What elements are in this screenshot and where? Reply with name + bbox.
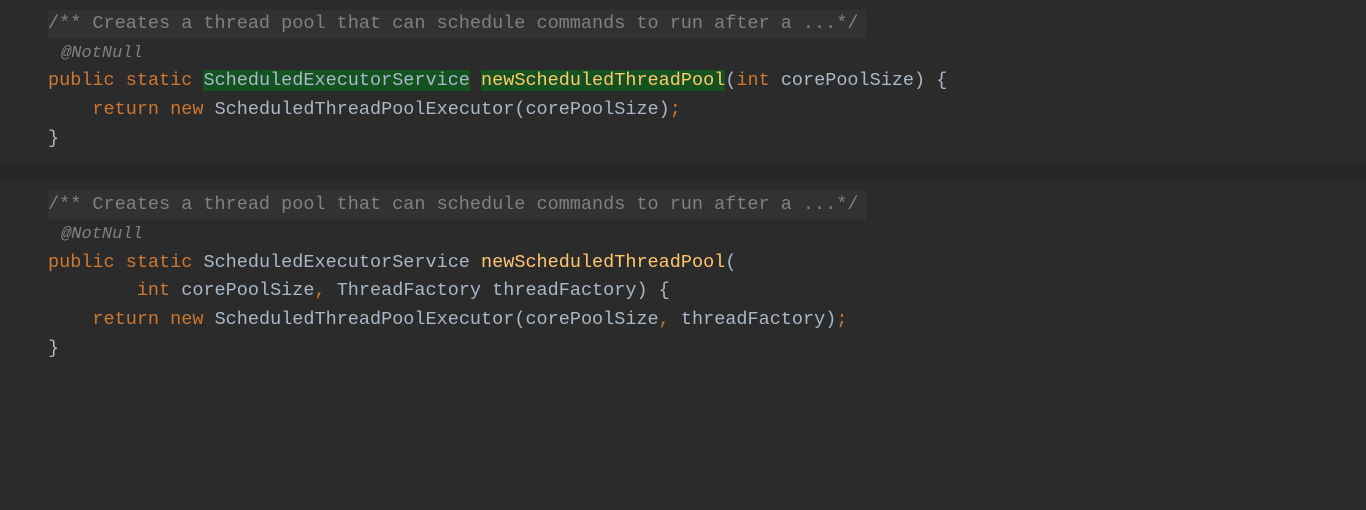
new-keyword: new (170, 99, 203, 120)
param1-type: int (137, 280, 170, 301)
public-keyword: public (48, 70, 115, 91)
method-name: newScheduledThreadPool (481, 70, 725, 91)
return-type: ScheduledExecutorService (203, 70, 469, 91)
block-separator (0, 163, 1366, 181)
static-keyword: static (126, 70, 193, 91)
method-name: newScheduledThreadPool (481, 252, 725, 273)
param1-name: corePoolSize (181, 280, 314, 301)
return-line: return new ScheduledThreadPoolExecutor(c… (48, 306, 1366, 335)
annotation-line: @NotNull (48, 39, 1366, 68)
constructor-arg2: threadFactory (681, 309, 825, 330)
return-keyword: return (92, 99, 159, 120)
constructor-arg1: corePoolSize (525, 309, 658, 330)
constructor-arg: corePoolSize (525, 99, 658, 120)
public-keyword: public (48, 252, 115, 273)
method-signature-line-2: int corePoolSize, ThreadFactory threadFa… (48, 277, 1366, 306)
annotation-line: @NotNull (48, 220, 1366, 249)
javadoc-comment: /** Creates a thread pool that can sched… (48, 194, 858, 215)
param2-type: ThreadFactory (337, 280, 481, 301)
method-signature-line: public static ScheduledExecutorService n… (48, 67, 1366, 96)
static-keyword: static (126, 252, 193, 273)
javadoc-comment: /** Creates a thread pool that can sched… (48, 13, 858, 34)
return-keyword: return (92, 309, 159, 330)
param-name: corePoolSize (781, 70, 914, 91)
param2-name: threadFactory (492, 280, 636, 301)
return-line: return new ScheduledThreadPoolExecutor(c… (48, 96, 1366, 125)
javadoc-line: /** Creates a thread pool that can sched… (48, 191, 1366, 220)
close-brace-line: } (48, 335, 1366, 364)
constructor-call: ScheduledThreadPoolExecutor (215, 309, 515, 330)
return-type: ScheduledExecutorService (203, 252, 469, 273)
close-brace-line: } (48, 125, 1366, 154)
method-block-1: /** Creates a thread pool that can sched… (0, 0, 1366, 163)
code-editor[interactable]: /** Creates a thread pool that can sched… (0, 0, 1366, 373)
notnull-annotation: @NotNull (59, 44, 143, 63)
method-signature-line-1: public static ScheduledExecutorService n… (48, 249, 1366, 278)
constructor-call: ScheduledThreadPoolExecutor (215, 99, 515, 120)
param-type: int (736, 70, 769, 91)
method-block-2: /** Creates a thread pool that can sched… (0, 181, 1366, 373)
javadoc-line: /** Creates a thread pool that can sched… (48, 10, 1366, 39)
new-keyword: new (170, 309, 203, 330)
notnull-annotation: @NotNull (59, 225, 143, 244)
